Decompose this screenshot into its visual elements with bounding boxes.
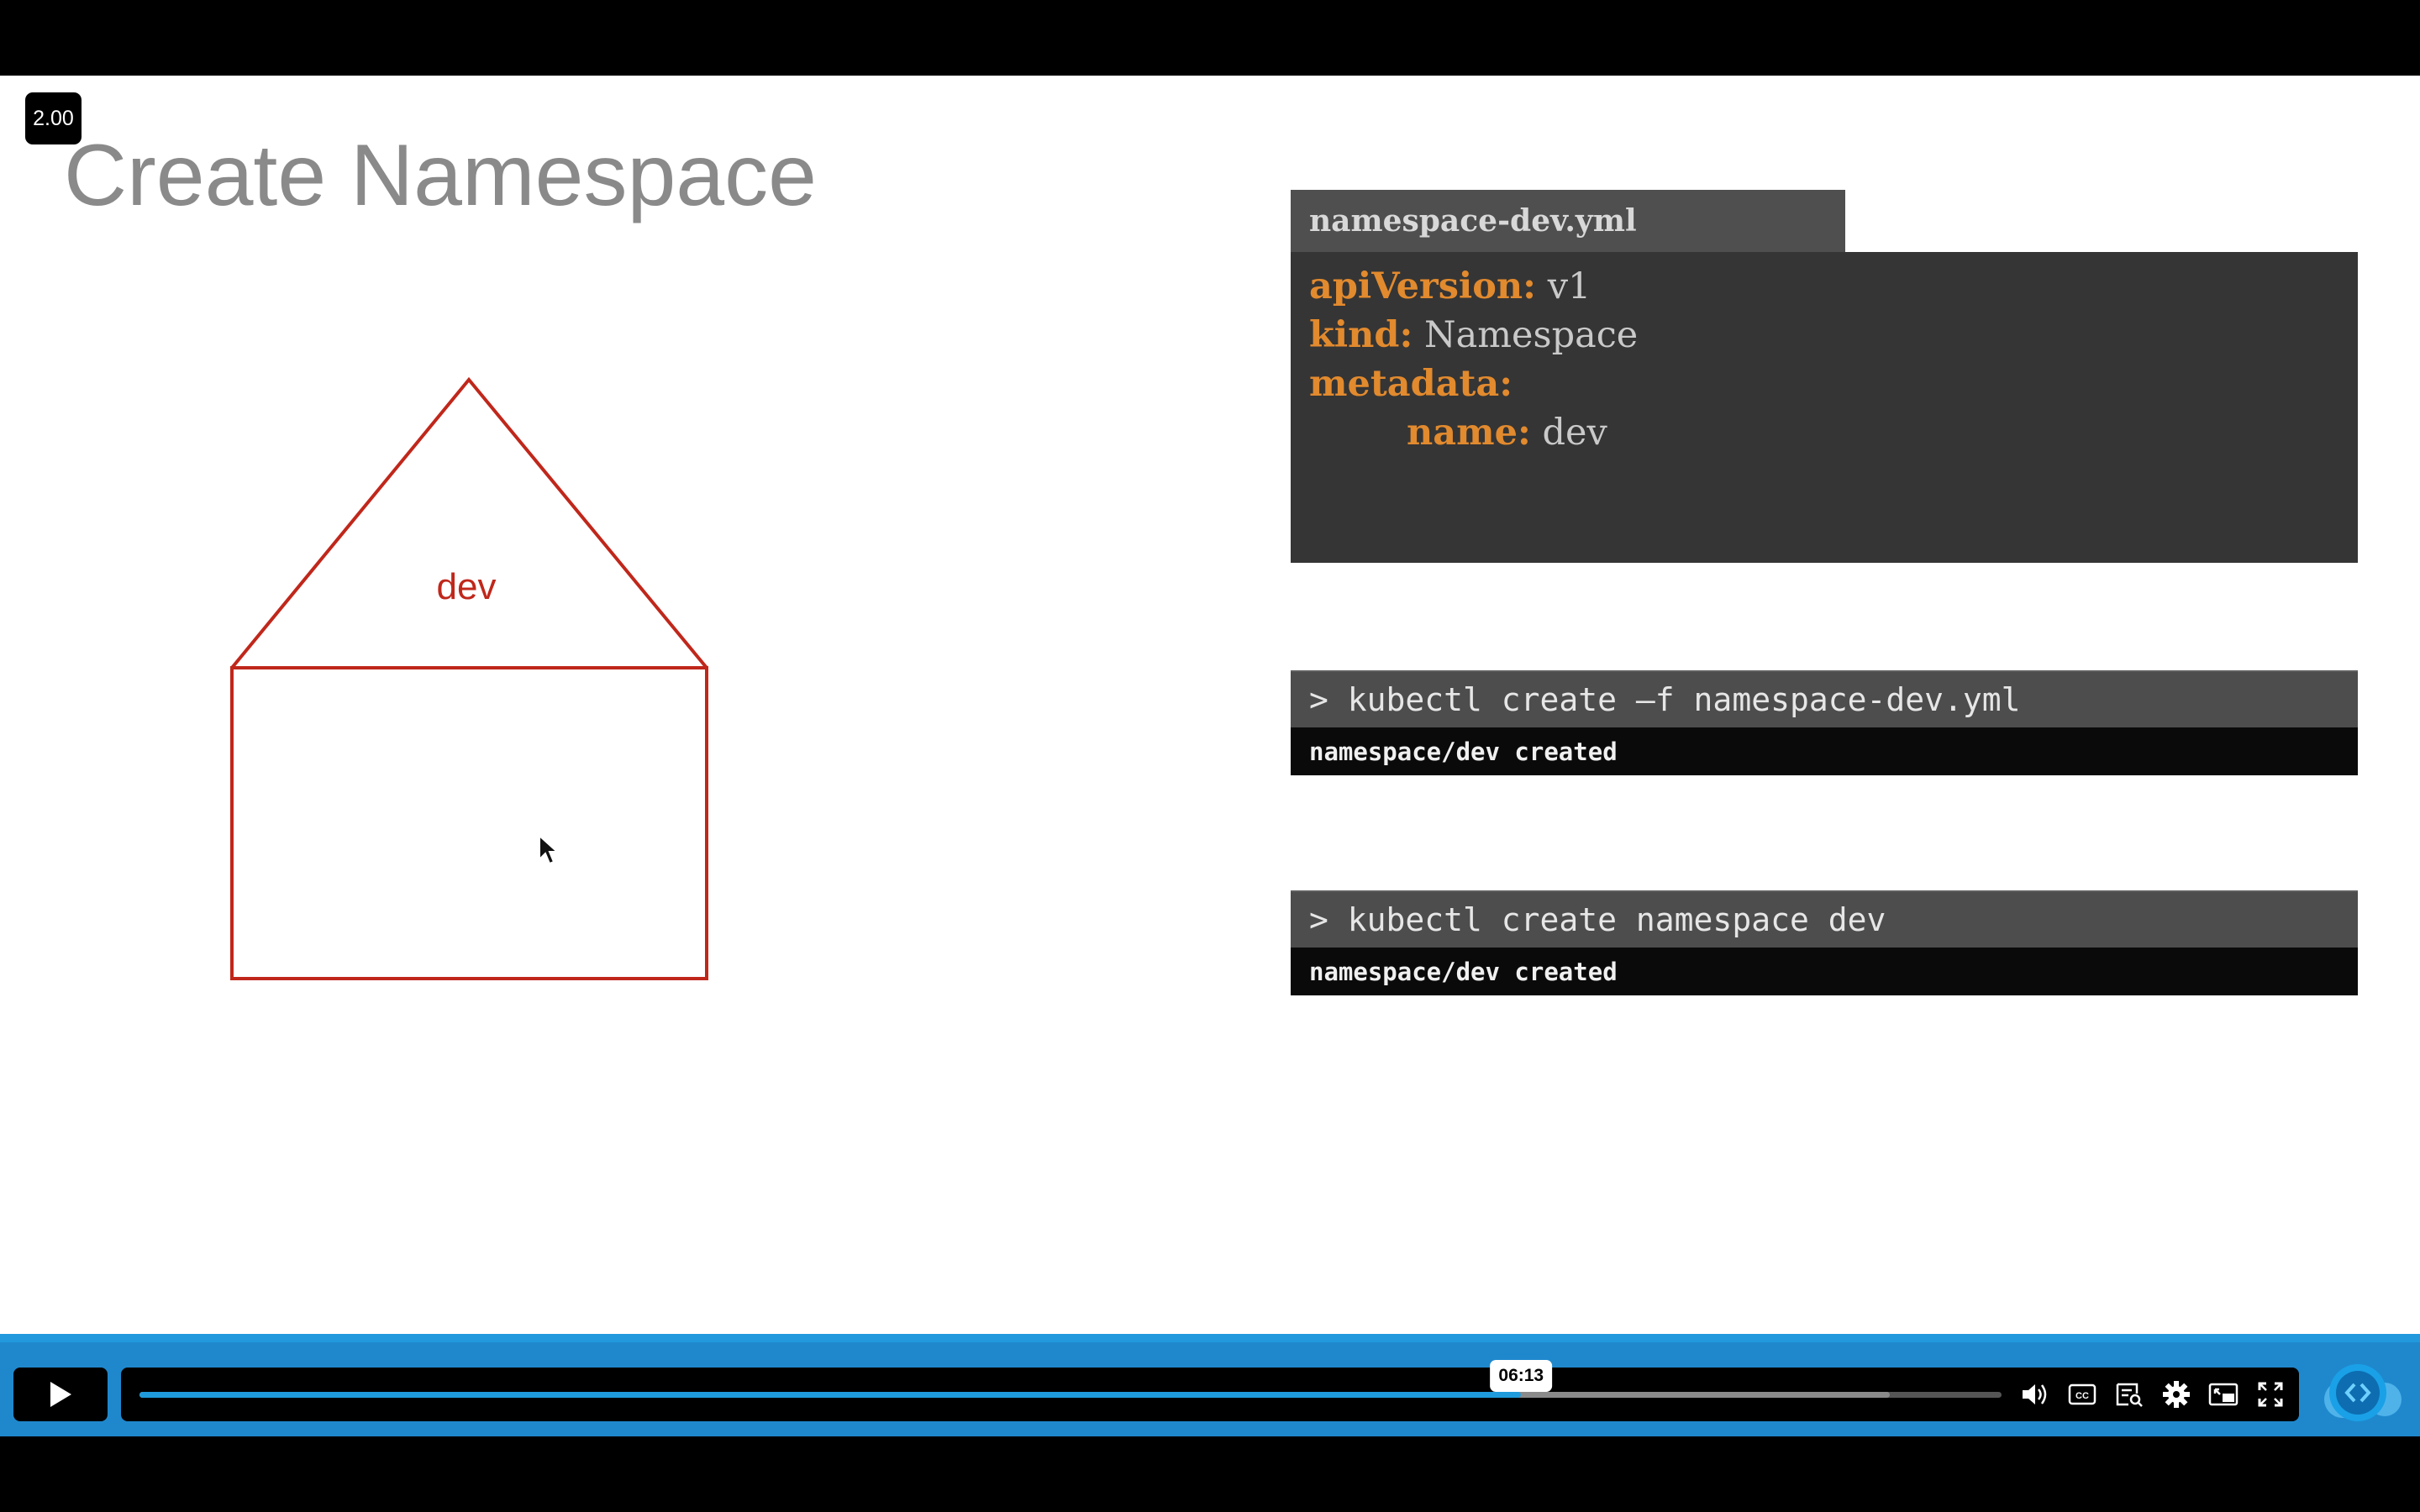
bottom-letterbox — [0, 1436, 2420, 1512]
volume-icon — [2023, 1384, 2047, 1404]
yaml-key: name: — [1407, 412, 1531, 454]
svg-text:CC: CC — [2075, 1391, 2089, 1401]
gear-icon — [2163, 1381, 2190, 1408]
progress-scrubber[interactable]: 06:13 — [139, 1360, 2002, 1398]
yaml-line: apiVersion: v1 — [1309, 262, 2339, 311]
captions-button[interactable]: CC — [2067, 1379, 2097, 1410]
namespace-label: dev — [437, 566, 497, 607]
house-roof — [230, 376, 708, 669]
yaml-line: metadata: — [1309, 360, 2339, 408]
settings-button[interactable] — [2161, 1379, 2191, 1410]
play-button[interactable] — [13, 1368, 108, 1421]
terminal-output: namespace/dev created — [1291, 948, 2358, 995]
terminal-command: > kubectl create –f namespace-dev.yml — [1291, 670, 2358, 727]
top-letterbox — [0, 0, 2420, 76]
mouse-cursor-icon — [539, 834, 560, 865]
picture-in-picture-icon — [2208, 1383, 2238, 1406]
yaml-key: apiVersion: — [1309, 265, 1537, 307]
fullscreen-icon — [2258, 1382, 2283, 1407]
yaml-value: dev — [1542, 412, 1607, 454]
picture-in-picture-button[interactable] — [2208, 1379, 2238, 1410]
yaml-key: kind: — [1309, 314, 1413, 356]
current-time-tooltip: 06:13 — [1490, 1360, 1553, 1392]
closed-captions-icon: CC — [2068, 1383, 2096, 1405]
yaml-value: Namespace — [1424, 314, 1639, 356]
terminal-command: > kubectl create namespace dev — [1291, 890, 2358, 948]
control-bar-accent-strip — [0, 1334, 2420, 1342]
code-brackets-logo[interactable] — [2312, 1364, 2407, 1423]
fullscreen-button[interactable] — [2255, 1379, 2286, 1410]
play-icon — [50, 1382, 71, 1407]
yaml-line: kind: Namespace — [1309, 311, 2339, 360]
transcript-icon — [2116, 1383, 2143, 1407]
house-body — [230, 666, 708, 980]
slide: 2.00 Create Namespace dev namespace-dev.… — [0, 76, 2420, 1334]
control-panel: 06:13 CC — [121, 1360, 2299, 1421]
slide-title: Create Namespace — [64, 127, 817, 224]
played-range — [139, 1392, 1522, 1398]
namespace-house-diagram: dev — [230, 376, 708, 980]
volume-button[interactable] — [2020, 1379, 2050, 1410]
yaml-key: metadata: — [1309, 363, 1513, 405]
yaml-filename-tab: namespace-dev.yml — [1291, 190, 1845, 252]
yaml-value: v1 — [1547, 265, 1591, 307]
video-control-bar: 06:13 CC — [0, 1334, 2420, 1436]
terminal-output: namespace/dev created — [1291, 727, 2358, 775]
yaml-line: name: dev — [1309, 408, 2339, 457]
transcript-button[interactable] — [2114, 1379, 2144, 1410]
yaml-code-block: apiVersion: v1 kind: Namespace metadata:… — [1291, 252, 2358, 563]
